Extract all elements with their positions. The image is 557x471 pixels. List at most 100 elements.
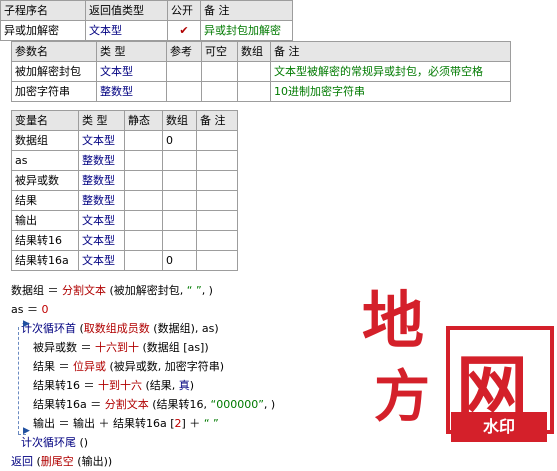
var-type-cell[interactable]: 文本型: [78, 210, 125, 231]
code-line-7[interactable]: 结果转16a ＝ 分割文本 (结果转16, “000000”, ): [11, 395, 275, 414]
var-static-cell[interactable]: [124, 190, 163, 211]
code-line-10[interactable]: 返回 (删尾空 (输出)): [11, 452, 275, 471]
var-static-cell[interactable]: [124, 210, 163, 231]
var-static-cell[interactable]: [124, 150, 163, 171]
var-name-cell[interactable]: 被异或数: [11, 170, 79, 191]
var-type-cell[interactable]: 文本型: [78, 250, 125, 271]
var-name-cell[interactable]: 输出: [11, 210, 79, 231]
code-text: (被异或数, 加密字符串): [106, 360, 225, 373]
var-array-cell[interactable]: [162, 210, 197, 231]
var-type-cell[interactable]: 文本型: [78, 230, 125, 251]
var-array-cell[interactable]: [162, 230, 197, 251]
loop-end-keyword: 计次循环尾: [21, 436, 76, 449]
return-keyword: 返回: [11, 455, 33, 468]
code-line-8[interactable]: 输出 ＝ 输出 ＋ 结果转16a [2] ＋ “ ”: [11, 414, 275, 433]
function-name: 分割文本: [104, 398, 149, 411]
table-row: 被异或数 整数型: [11, 170, 238, 191]
var-comment-cell[interactable]: [196, 130, 238, 151]
var-type-cell[interactable]: 整数型: [78, 150, 125, 171]
var-type-cell[interactable]: 整数型: [78, 190, 125, 211]
watermark-badge: 水印: [451, 412, 547, 442]
var-type-cell[interactable]: 文本型: [78, 130, 125, 151]
var-name-cell[interactable]: 结果转16: [11, 230, 79, 251]
code-text: (): [76, 436, 89, 449]
loop-start-arrow-icon: ▶: [23, 319, 30, 329]
var-comment-cell[interactable]: [196, 170, 238, 191]
loop-guide-line: [18, 327, 19, 434]
param-type-cell[interactable]: 整数型: [96, 81, 167, 102]
var-comment-cell[interactable]: [196, 230, 238, 251]
sub-name-cell[interactable]: 异或加解密: [0, 20, 86, 41]
param-comment-cell[interactable]: 10进制加密字符串: [270, 81, 511, 102]
var-type-cell[interactable]: 整数型: [78, 170, 125, 191]
param-nullable-cell[interactable]: [201, 61, 238, 82]
code-line-6[interactable]: 结果转16 ＝ 十到十六 (结果, 真): [11, 376, 275, 395]
var-name-cell[interactable]: 结果: [11, 190, 79, 211]
param-type-cell[interactable]: 文本型: [96, 61, 167, 82]
code-text: as ＝: [11, 303, 42, 316]
string-literal: “000000”: [210, 398, 264, 411]
var-static-cell[interactable]: [124, 170, 163, 191]
code-text: 结果转16 ＝: [33, 379, 98, 392]
var-name-cell[interactable]: 结果转16a: [11, 250, 79, 271]
var-array-cell[interactable]: 0: [162, 250, 197, 271]
param-nullable-cell[interactable]: [201, 81, 238, 102]
function-name: 删尾空: [40, 455, 74, 468]
param-name-cell[interactable]: 加密字符串: [11, 81, 97, 102]
var-header-type: 类 型: [78, 110, 125, 131]
header-comment: 备 注: [200, 0, 293, 21]
code-text: 被异或数 ＝: [33, 341, 95, 354]
code-line-1[interactable]: 数据组 ＝ 分割文本 (被加解密封包, “ ”, ): [11, 281, 275, 300]
param-name-cell[interactable]: 被加解密封包: [11, 61, 97, 82]
var-header-name: 变量名: [11, 110, 79, 131]
code-text: 结果 ＝: [33, 360, 73, 373]
code-text: 数据组 ＝: [11, 284, 62, 297]
var-name-cell[interactable]: as: [11, 150, 79, 171]
var-static-cell[interactable]: [124, 250, 163, 271]
string-literal: “ ”: [203, 417, 219, 430]
code-text: (: [76, 322, 84, 335]
string-literal: “ ”: [186, 284, 202, 297]
code-editor[interactable]: 数据组 ＝ 分割文本 (被加解密封包, “ ”, ) as ＝ 0 计次循环首 …: [11, 281, 275, 471]
var-array-cell[interactable]: [162, 190, 197, 211]
var-array-cell[interactable]: [162, 170, 197, 191]
code-line-5[interactable]: 结果 ＝ 位异或 (被异或数, 加密字符串): [11, 357, 275, 376]
sub-comment-cell[interactable]: 异或封包加解密: [200, 20, 293, 41]
var-header-array: 数组: [162, 110, 197, 131]
code-line-2[interactable]: as ＝ 0: [11, 300, 275, 319]
param-ref-cell[interactable]: [166, 81, 202, 102]
param-array-cell[interactable]: [237, 61, 271, 82]
var-name-cell[interactable]: 数据组: [11, 130, 79, 151]
param-header-type: 类 型: [96, 41, 167, 62]
code-line-9[interactable]: 计次循环尾 (): [11, 433, 275, 452]
var-array-cell[interactable]: 0: [162, 130, 197, 151]
function-name: 分割文本: [62, 284, 106, 297]
code-text: , ): [263, 398, 276, 411]
code-text: (被加解密封包,: [106, 284, 187, 297]
param-array-cell[interactable]: [237, 81, 271, 102]
code-text: (数据组 [as]): [139, 341, 209, 354]
var-comment-cell[interactable]: [196, 190, 238, 211]
var-comment-cell[interactable]: [196, 250, 238, 271]
code-text: , ): [201, 284, 213, 297]
code-text: (结果,: [142, 379, 179, 392]
function-name: 十到十六: [98, 379, 142, 392]
param-comment-cell[interactable]: 文本型被解密的常规异或封包，必须带空格: [270, 61, 511, 82]
table-row: 结果转16 文本型: [11, 230, 238, 251]
code-text: ] ＋: [181, 417, 204, 430]
header-sub-name: 子程序名: [0, 0, 86, 21]
var-array-cell[interactable]: [162, 150, 197, 171]
param-ref-cell[interactable]: [166, 61, 202, 82]
watermark-char-2: 方: [374, 364, 430, 430]
public-check-icon[interactable]: ✔: [167, 20, 201, 41]
sub-return-type-cell[interactable]: 文本型: [85, 20, 168, 41]
code-text: (输出)): [73, 455, 113, 468]
code-line-3[interactable]: 计次循环首 (取数组成员数 (数据组), as): [11, 319, 275, 338]
var-comment-cell[interactable]: [196, 210, 238, 231]
table-row: as 整数型: [11, 150, 238, 171]
code-text: 结果转16a ＝: [33, 398, 105, 411]
var-comment-cell[interactable]: [196, 150, 238, 171]
code-line-4[interactable]: 被异或数 ＝ 十六到十 (数据组 [as]): [11, 338, 275, 357]
var-static-cell[interactable]: [124, 130, 163, 151]
var-static-cell[interactable]: [124, 230, 163, 251]
